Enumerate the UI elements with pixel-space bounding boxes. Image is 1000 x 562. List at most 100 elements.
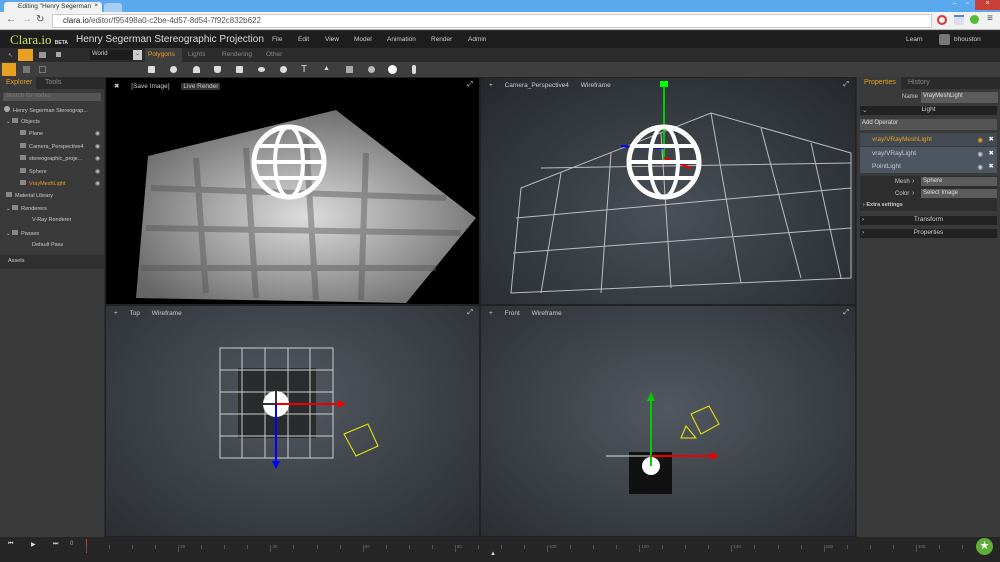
eye-icon[interactable]: ◉	[95, 168, 100, 175]
ball-icon[interactable]	[388, 65, 397, 74]
cylinder-icon[interactable]	[214, 66, 221, 73]
live-render-button[interactable]: Live Render	[181, 83, 221, 90]
forward-icon[interactable]: →	[22, 14, 32, 25]
tab-polygons[interactable]: Polygons	[148, 51, 175, 58]
remove-icon[interactable]: ✖	[989, 149, 994, 157]
tree-item[interactable]: ⌄ Passes	[6, 229, 39, 237]
mesh-select[interactable]: Sphere	[921, 177, 997, 186]
url-input[interactable]: clara.io/editor/f95498a0-c2be-4d57-8d54-…	[52, 14, 932, 28]
sphere-icon[interactable]	[170, 66, 177, 73]
text-icon[interactable]: T	[301, 64, 307, 75]
menu-view[interactable]: View	[325, 36, 339, 43]
properties-section-header[interactable]: Properties ›	[860, 229, 997, 238]
eye-icon[interactable]: ◉	[95, 155, 100, 162]
browser-tab[interactable]: Editing "Henry Segerman ×	[4, 2, 102, 12]
tree-item[interactable]: Material Library	[6, 192, 53, 199]
tab-other[interactable]: Other	[266, 51, 282, 58]
menu-edit[interactable]: Edit	[298, 36, 309, 43]
tree-item[interactable]: Plane	[20, 130, 43, 137]
render-mode-select[interactable]: Wireframe	[581, 82, 611, 89]
minimize-icon[interactable]: –	[953, 0, 957, 7]
avatar[interactable]	[939, 34, 950, 45]
tab-explorer[interactable]: Explorer	[6, 79, 32, 86]
select-tool-icon[interactable]: ↖	[8, 52, 13, 59]
menu-model[interactable]: Model	[354, 36, 372, 43]
new-tab-button[interactable]	[104, 3, 122, 12]
light-section-header[interactable]: Light ⌄	[860, 106, 997, 115]
timeline[interactable]: ⏮ ▶ ⏭ 0 20 40 60 80 100 120 140 160 180 ▲ ★	[0, 537, 1000, 562]
viewport-front[interactable]: + Front Wireframe ⤢	[480, 305, 856, 537]
add-operator-button[interactable]: Add Operator	[860, 119, 997, 130]
play-icon[interactable]: ▶	[31, 541, 36, 548]
light-mode-icon[interactable]	[2, 63, 16, 76]
close-tab-icon[interactable]: ×	[94, 2, 98, 9]
viewport-menu-icon[interactable]: +	[489, 82, 493, 89]
reload-icon[interactable]: ↻	[36, 14, 44, 25]
eye-icon[interactable]: ◉	[95, 180, 100, 187]
eye-icon[interactable]: ◉	[95, 130, 100, 137]
tree-item[interactable]: ⌄ Renderers	[6, 204, 47, 212]
menu-animation[interactable]: Animation	[387, 36, 416, 43]
gem-icon[interactable]	[148, 66, 155, 73]
assets-section[interactable]: Assets	[0, 255, 104, 269]
extra-settings-toggle[interactable]: › Extra settings	[863, 202, 903, 208]
tab-tools[interactable]: Tools	[45, 79, 61, 86]
tree-item[interactable]: Camera_Perspective4	[20, 142, 83, 150]
plane-icon[interactable]	[346, 66, 353, 73]
paint-tool-icon[interactable]	[39, 52, 46, 58]
move-tool-icon[interactable]	[18, 49, 33, 61]
close-icon[interactable]: ✖	[114, 83, 119, 90]
operator-item[interactable]: vray/VRayLight ◉ ✖	[860, 146, 997, 160]
render-mode-select[interactable]: Wireframe	[152, 310, 182, 317]
camera-select[interactable]: Front	[505, 310, 520, 317]
tree-root[interactable]: Henry Segerman Stereograp...	[4, 106, 88, 114]
star-icon[interactable]: ★	[976, 538, 993, 555]
tree-item[interactable]: VrayMeshLight	[20, 180, 65, 187]
eye-icon[interactable]: ◉	[977, 163, 983, 171]
torus-icon[interactable]	[258, 67, 265, 72]
space-select[interactable]: World ⌄	[90, 50, 142, 60]
skip-end-icon[interactable]: ⏭	[53, 541, 58, 548]
menu-file[interactable]: File	[272, 36, 282, 43]
eye-icon[interactable]: ◉	[977, 136, 983, 144]
viewport-menu-icon[interactable]: +	[114, 310, 118, 317]
expand-up-icon[interactable]: ▲	[490, 551, 496, 557]
viewport-render[interactable]: ✖ [Save Image] Live Render ⤢	[105, 77, 480, 305]
maximize-icon[interactable]: ⤢	[843, 309, 849, 317]
operator-item[interactable]: PointLight ◉ ✖	[860, 160, 997, 173]
transform-section-header[interactable]: Transform ›	[860, 216, 997, 225]
remove-icon[interactable]: ✖	[989, 162, 994, 170]
tree-item[interactable]: stereographic_proje...	[20, 155, 82, 162]
name-input[interactable]: VrayMeshLight	[921, 92, 998, 103]
eye-icon[interactable]: ◉	[977, 150, 983, 158]
cone-icon[interactable]	[193, 66, 200, 73]
operator-item[interactable]: vray/VRayMeshLight ◉ ✖	[860, 133, 997, 146]
close-window-icon[interactable]: ×	[975, 0, 1000, 10]
teapot-icon[interactable]	[280, 66, 287, 73]
skip-start-icon[interactable]: ⏮	[8, 541, 13, 548]
extension-icon[interactable]	[937, 15, 947, 25]
maximize-icon[interactable]: ⤢	[467, 81, 473, 89]
save-image-button[interactable]: [Save Image]	[131, 83, 169, 90]
render-mode-select[interactable]: Wireframe	[532, 310, 562, 317]
wire-mode-icon[interactable]	[39, 66, 46, 73]
tab-rendering[interactable]: Rendering	[222, 51, 252, 58]
eye-icon[interactable]: ◉	[95, 143, 100, 150]
learn-link[interactable]: Learn	[906, 36, 923, 43]
camera-select[interactable]: Camera_Perspective4	[505, 82, 569, 89]
cube-icon[interactable]	[236, 66, 243, 73]
tab-properties[interactable]: Properties	[864, 79, 896, 86]
restore-icon[interactable]: ▫	[966, 0, 968, 7]
viewport-menu-icon[interactable]: +	[489, 310, 493, 317]
maximize-icon[interactable]: ⤢	[467, 309, 473, 317]
menu-render[interactable]: Render	[431, 36, 452, 43]
tab-lights[interactable]: Lights	[188, 51, 205, 58]
solid-mode-icon[interactable]	[23, 66, 30, 73]
viewport-perspective[interactable]: + Camera_Perspective4 Wireframe ⤢	[480, 77, 856, 305]
remove-icon[interactable]: ✖	[989, 135, 994, 143]
user-name[interactable]: bhouston	[954, 36, 981, 43]
pyramid-icon[interactable]: ▲	[323, 65, 330, 72]
tree-item[interactable]: Sphere	[20, 167, 47, 175]
menu-admin[interactable]: Admin	[468, 36, 486, 43]
tab-history[interactable]: History	[908, 79, 930, 86]
